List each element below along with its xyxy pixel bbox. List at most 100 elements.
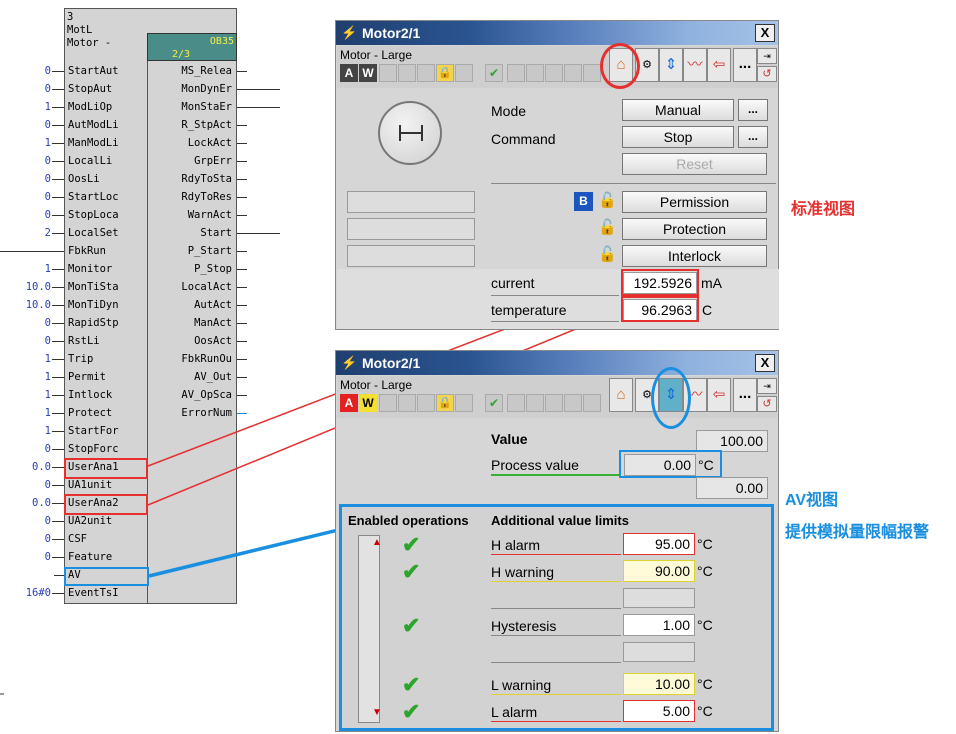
h-alarm-enabled-icon[interactable]: ✔ xyxy=(402,534,420,556)
empty-limit-field xyxy=(623,642,695,662)
av-slot xyxy=(507,394,525,412)
current-highlight xyxy=(621,269,699,296)
std-slot xyxy=(417,64,435,82)
std-badge-w: W xyxy=(359,64,377,82)
l-warning-enabled-icon[interactable]: ✔ xyxy=(402,674,420,696)
protection-button[interactable]: Protection xyxy=(622,218,767,240)
app-logo-icon: ⚡ xyxy=(341,355,358,370)
separator xyxy=(491,635,621,636)
app-logo-icon: ⚡ xyxy=(341,25,358,40)
av-more-button[interactable]: ... xyxy=(733,378,757,412)
current-label: current xyxy=(491,275,535,291)
h-warning-label: H warning xyxy=(491,564,555,580)
std-slot xyxy=(455,64,473,82)
hysteresis-enabled-icon[interactable]: ✔ xyxy=(402,615,420,637)
current-unit: mA xyxy=(701,275,722,291)
av-view-window: ⚡ Motor2/1 X Motor - Large A W 🔒 ✔ ⌂ ⚙ ⇕… xyxy=(335,350,779,732)
av-slot xyxy=(398,394,416,412)
l-alarm-enabled-icon[interactable]: ✔ xyxy=(402,701,420,723)
h-warning-unit: °C xyxy=(697,563,713,579)
h-alarm-flag-icon: ▲ xyxy=(372,537,382,548)
l-alarm-unit: °C xyxy=(697,703,713,719)
reset-button[interactable]: Reset xyxy=(622,153,767,175)
std-more-button[interactable]: ... xyxy=(733,48,757,82)
std-slot xyxy=(583,64,601,82)
av-slot xyxy=(526,394,544,412)
interlock-button[interactable]: Interlock xyxy=(622,245,767,267)
std-slot xyxy=(564,64,582,82)
pin-icon[interactable]: ⇥ xyxy=(757,48,777,64)
motor-symbol-icon[interactable] xyxy=(378,101,442,165)
bypass-badge: B xyxy=(574,192,593,211)
unlock-icon: 🔓 xyxy=(598,219,617,236)
av-slot xyxy=(583,394,601,412)
std-toolbar: Motor - Large A W 🔒 ✔ ⌂ ⚙ ⇕ 〰 ⇦ ... ⇥ ↺ xyxy=(337,46,777,88)
faceplate-nav-icon[interactable]: ⇦ xyxy=(707,48,731,82)
command-button[interactable]: Stop xyxy=(622,126,734,148)
std-slot xyxy=(379,64,397,82)
process-value-highlight xyxy=(619,450,722,478)
empty-limit-field xyxy=(623,588,695,608)
mode-more-button[interactable]: ... xyxy=(738,99,768,121)
std-slot xyxy=(398,64,416,82)
h-warning-underline xyxy=(491,581,621,582)
trend-view-icon[interactable]: 〰 xyxy=(683,48,707,82)
temperature-label: temperature xyxy=(491,302,567,318)
mode-label: Mode xyxy=(491,103,527,119)
std-close-button[interactable]: X xyxy=(755,24,775,42)
faceplate-nav-icon[interactable]: ⇦ xyxy=(707,378,731,412)
value-label: Value xyxy=(491,431,528,447)
l-alarm-value[interactable]: 5.00 xyxy=(623,700,695,722)
limit-view-icon[interactable]: ⇕ xyxy=(659,48,683,82)
return-icon[interactable]: ↺ xyxy=(757,66,777,82)
h-alarm-underline xyxy=(491,554,621,555)
av-toolbar: Motor - Large A W 🔒 ✔ ⌂ ⚙ ⇕ 〰 ⇦ ... ⇥ ↺ xyxy=(337,376,777,418)
info-field xyxy=(347,218,475,240)
process-underline xyxy=(491,474,621,476)
separator xyxy=(491,295,619,296)
unlock-icon: 🔓 xyxy=(598,192,617,209)
av-view-annotation: AV视图 xyxy=(785,492,839,509)
pin-icon[interactable]: ⇥ xyxy=(757,378,777,394)
av-description-annotation: 提供模拟量限幅报警 xyxy=(785,524,930,541)
home-view-icon[interactable]: ⌂ xyxy=(609,378,633,412)
command-label: Command xyxy=(491,131,556,147)
std-title: Motor2/1 xyxy=(362,25,421,41)
std-slot xyxy=(545,64,563,82)
lock-icon: 🔒 xyxy=(436,64,454,82)
av-slot xyxy=(545,394,563,412)
process-value-label: Process value xyxy=(491,457,579,473)
limit-icon-highlight xyxy=(651,367,691,429)
l-alarm-underline xyxy=(491,721,621,722)
command-more-button[interactable]: ... xyxy=(738,126,768,148)
h-warning-value[interactable]: 90.00 xyxy=(623,560,695,582)
l-warning-label: L warning xyxy=(491,677,552,693)
temperature-unit: C xyxy=(702,302,713,318)
av-close-button[interactable]: X xyxy=(755,354,775,372)
permission-button[interactable]: Permission xyxy=(622,191,767,213)
return-icon[interactable]: ↺ xyxy=(757,396,777,412)
additional-limits-label: Additional value limits xyxy=(491,513,629,528)
h-warning-enabled-icon[interactable]: ✔ xyxy=(402,561,420,583)
separator xyxy=(491,321,619,322)
av-badge-a: A xyxy=(340,394,358,412)
hysteresis-value[interactable]: 1.00 xyxy=(623,614,695,636)
check-status-icon: ✔ xyxy=(485,394,503,412)
separator xyxy=(491,608,621,609)
h-alarm-value[interactable]: 95.00 xyxy=(623,533,695,555)
third-value: 0.00 xyxy=(696,477,768,499)
temperature-highlight xyxy=(621,296,699,322)
limit-scale-bar xyxy=(358,535,380,723)
av-titlebar: ⚡ Motor2/1 X xyxy=(336,351,778,375)
l-warning-unit: °C xyxy=(697,676,713,692)
std-slot xyxy=(526,64,544,82)
check-status-icon: ✔ xyxy=(485,64,503,82)
std-slot xyxy=(507,64,525,82)
av-slot xyxy=(417,394,435,412)
mode-button[interactable]: Manual xyxy=(622,99,734,121)
l-warning-value[interactable]: 10.00 xyxy=(623,673,695,695)
unlock-icon: 🔓 xyxy=(598,246,617,263)
lock-icon: 🔒 xyxy=(436,394,454,412)
av-title: Motor2/1 xyxy=(362,355,421,371)
l-alarm-label: L alarm xyxy=(491,704,538,720)
